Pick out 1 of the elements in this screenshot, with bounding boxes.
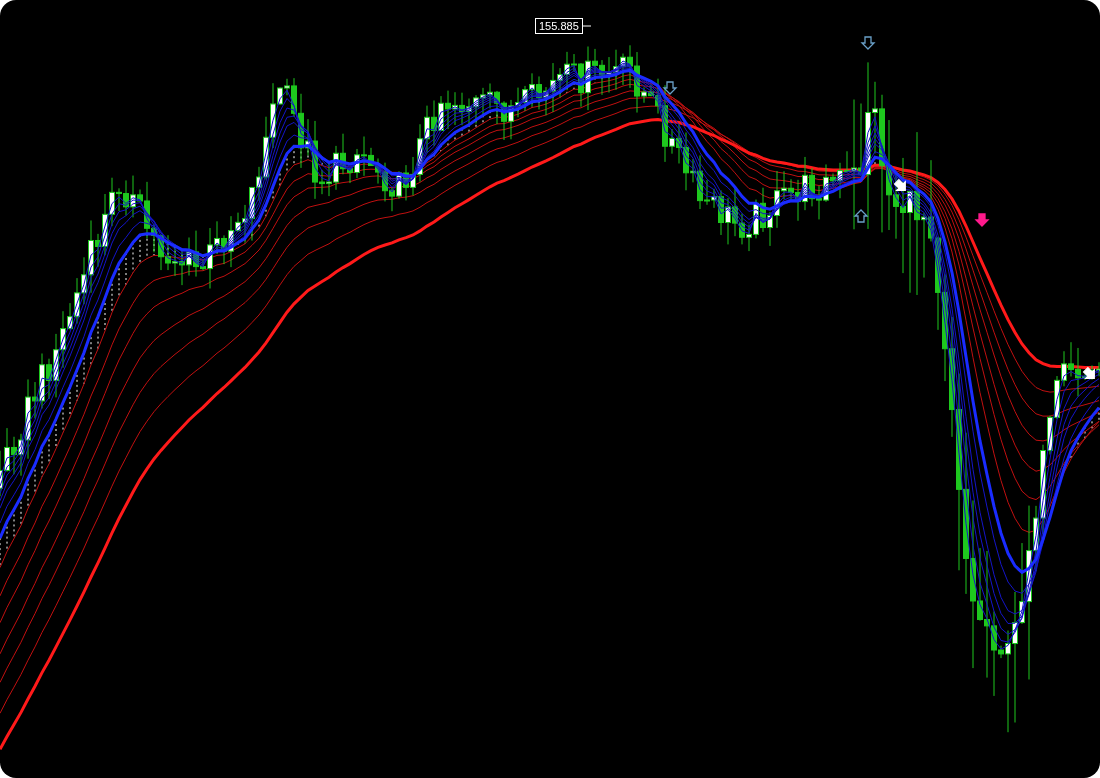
- price-label: 155.885: [535, 18, 583, 34]
